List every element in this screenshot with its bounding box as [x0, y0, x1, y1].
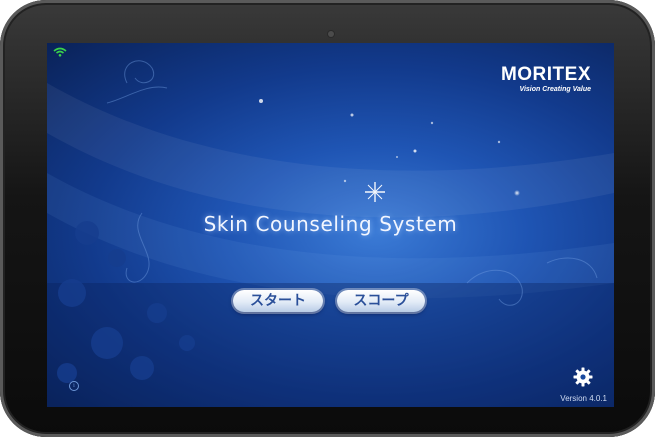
- brand-logo: MORITEX Vision Creating Value: [500, 64, 591, 94]
- wifi-icon: [53, 47, 67, 57]
- front-camera: [328, 31, 334, 37]
- app-screen: MORITEX Vision Creating Value Skin Couns…: [47, 43, 614, 407]
- scope-button[interactable]: スコープ: [337, 290, 425, 312]
- gear-icon[interactable]: [573, 367, 593, 387]
- brand-name: MORITEX: [500, 64, 591, 85]
- brand-tagline: Vision Creating Value: [519, 86, 591, 93]
- app-title: Skin Counseling System: [203, 212, 458, 236]
- start-button[interactable]: スタート: [233, 290, 323, 312]
- version-label: Version 4.0.1: [560, 394, 607, 403]
- info-icon[interactable]: i: [69, 381, 79, 391]
- tablet-frame: MORITEX Vision Creating Value Skin Couns…: [0, 0, 655, 437]
